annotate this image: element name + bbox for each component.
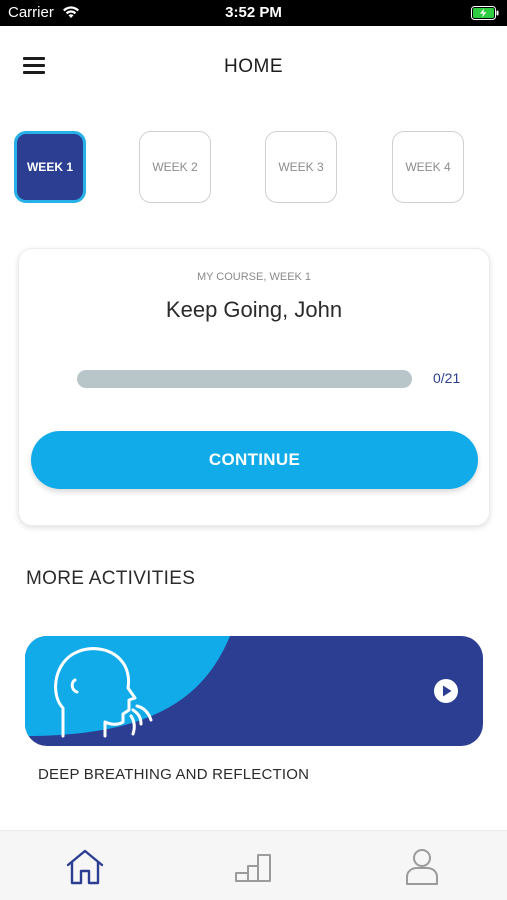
battery-charging-icon <box>471 6 499 20</box>
course-progress-bar <box>77 370 412 388</box>
status-time: 3:52 PM <box>225 4 282 21</box>
status-bar: Carrier 3:52 PM <box>0 0 507 26</box>
profile-icon[interactable] <box>402 847 442 887</box>
course-card: MY COURSE, WEEK 1 Keep Going, John 0/21 … <box>18 248 490 526</box>
progress-count: 0/21 <box>433 370 461 386</box>
more-activities-heading: MORE ACTIVITIES <box>26 568 196 589</box>
tab-week-3[interactable]: WEEK 3 <box>265 131 337 203</box>
breathing-head-icon <box>25 636 230 738</box>
play-icon[interactable] <box>433 678 459 704</box>
home-icon[interactable] <box>65 847 105 887</box>
bottom-tab-bar <box>0 830 507 900</box>
progress-steps-icon[interactable] <box>234 847 274 887</box>
activity-card-deep-breathing[interactable] <box>25 636 483 746</box>
page-title: HOME <box>224 56 283 77</box>
tab-week-1[interactable]: WEEK 1 <box>14 131 86 203</box>
tab-week-2[interactable]: WEEK 2 <box>139 131 211 203</box>
course-label: MY COURSE, WEEK 1 <box>196 271 312 283</box>
activity-title: DEEP BREATHING AND REFLECTION <box>38 766 310 783</box>
app-header: HOME <box>0 26 507 106</box>
tab-week-4[interactable]: WEEK 4 <box>392 131 464 203</box>
continue-button[interactable]: CONTINUE <box>31 431 478 489</box>
week-selector: WEEK 1 WEEK 2 WEEK 3 WEEK 4 <box>0 131 507 203</box>
course-greeting: Keep Going, John <box>165 297 343 322</box>
